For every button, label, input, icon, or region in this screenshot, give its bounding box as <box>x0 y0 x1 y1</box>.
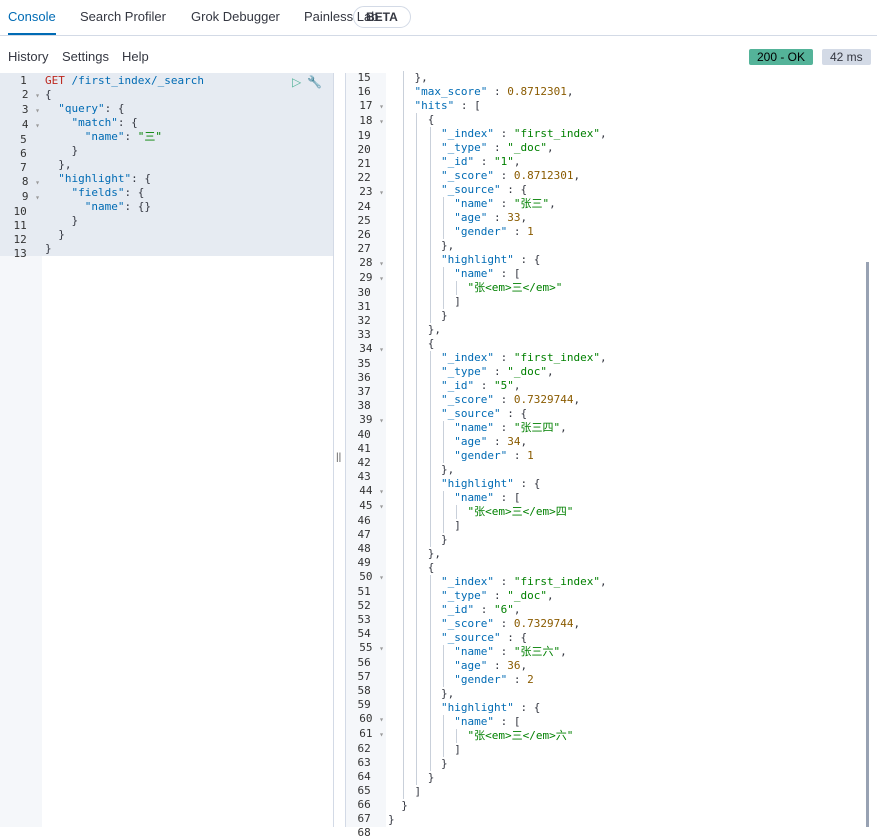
response-line-numbers: 15 16 17 ▾ 18 ▾ 19 20 21 22 23 ▾ 24 25 2… <box>357 71 385 839</box>
tab-grok-debugger[interactable]: Grok Debugger <box>191 0 280 33</box>
request-line-numbers: 1 2 ▾ 3 ▾ 4 ▾ 5 6 7 8 ▾ 9 ▾ 10 11 12 13 <box>13 74 41 260</box>
request-path[interactable]: /first_index/_search <box>72 74 204 87</box>
tab-search-profiler[interactable]: Search Profiler <box>80 0 166 33</box>
console-menu: History Settings Help <box>0 46 877 68</box>
request-method[interactable]: GET <box>45 74 65 87</box>
wrench-icon[interactable]: 🔧 <box>307 75 322 89</box>
send-request-icon[interactable]: ▷ <box>292 75 301 89</box>
status-badge: 200 - OK <box>749 49 814 65</box>
response-output: 15 16 17 ▾ 18 ▾ 19 20 21 22 23 ▾ 24 25 2… <box>345 71 877 839</box>
history-link[interactable]: History <box>8 46 48 68</box>
request-editor[interactable]: 1 2 ▾ 3 ▾ 4 ▾ 5 6 7 8 ▾ 9 ▾ 10 11 12 13 … <box>0 73 334 827</box>
request-code[interactable]: GET /first_index/_search { "query": { "m… <box>45 74 204 256</box>
request-time-badge: 42 ms <box>822 49 871 65</box>
tab-console[interactable]: Console <box>8 0 56 35</box>
pane-resize-handle[interactable]: || <box>336 452 341 463</box>
response-scrollbar[interactable] <box>866 262 869 827</box>
top-tab-bar: Console Search Profiler Grok Debugger Pa… <box>0 0 877 36</box>
beta-badge: BETA <box>353 6 411 28</box>
help-link[interactable]: Help <box>122 46 149 68</box>
settings-link[interactable]: Settings <box>62 46 109 68</box>
response-code: }, "max_score" : 0.8712301, "hits" : [ {… <box>388 71 607 826</box>
